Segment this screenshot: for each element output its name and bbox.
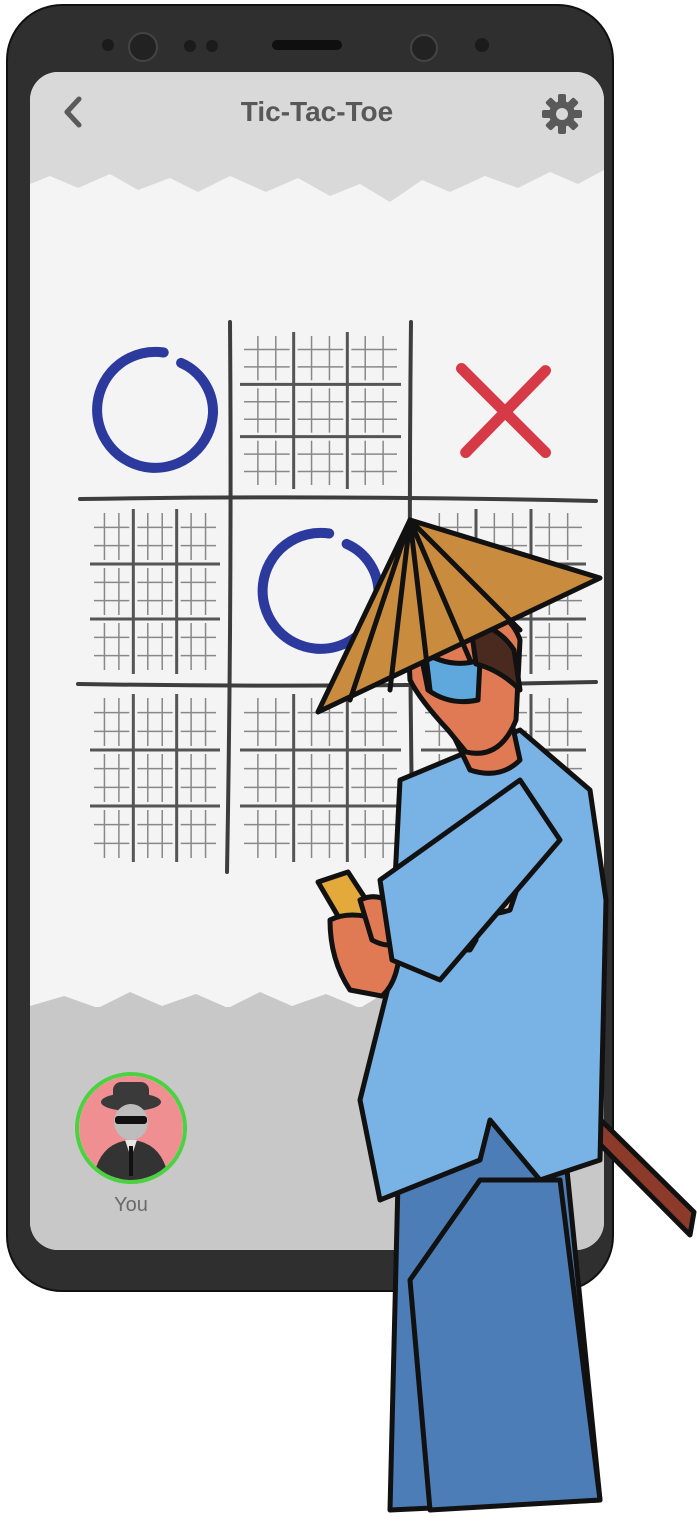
phone-speaker <box>272 40 342 50</box>
settings-button[interactable] <box>538 90 586 138</box>
app-header: Tic-Tac-Toe <box>30 72 604 162</box>
board-cell[interactable] <box>411 322 596 499</box>
phone-sensor <box>475 38 489 52</box>
board-cell[interactable] <box>80 322 230 499</box>
board-cell[interactable] <box>80 684 230 872</box>
page-title: Tic-Tac-Toe <box>240 96 394 127</box>
spy-avatar-icon <box>79 1076 183 1180</box>
board-cell[interactable] <box>230 322 411 499</box>
player-you[interactable]: You <box>74 1072 188 1217</box>
board-cell[interactable] <box>411 499 596 684</box>
app-screen: Tic-Tac-Toe You <box>30 72 604 1250</box>
phone-sensor <box>206 40 218 52</box>
scene: Tic-Tac-Toe You <box>0 0 697 1527</box>
phone-camera <box>128 32 158 62</box>
board-area <box>30 162 604 1012</box>
board-cell[interactable] <box>80 499 230 684</box>
board-cell[interactable] <box>230 684 411 872</box>
phone-sensor <box>102 39 114 51</box>
board-cells[interactable] <box>80 322 596 872</box>
avatar[interactable] <box>75 1072 187 1184</box>
gear-icon <box>542 94 582 134</box>
board-cell[interactable] <box>230 499 411 684</box>
board-cell[interactable] <box>411 684 596 872</box>
player-label: You <box>114 1194 148 1216</box>
phone-front-camera <box>410 34 438 62</box>
phone-sensor <box>184 40 196 52</box>
game-board[interactable] <box>30 162 604 1012</box>
phone-frame: Tic-Tac-Toe You <box>6 4 614 1292</box>
